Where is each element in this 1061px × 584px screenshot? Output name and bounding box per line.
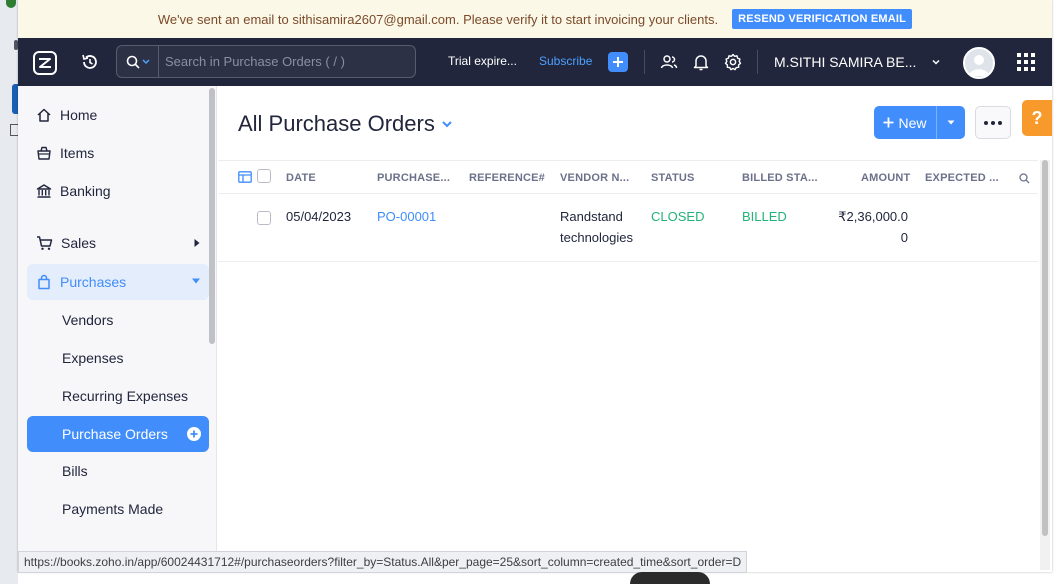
column-header-date[interactable]: DATE bbox=[286, 172, 316, 184]
browser-window: We've sent an email to sithisamira2607@g… bbox=[18, 0, 1052, 572]
search-scope-selector[interactable] bbox=[117, 46, 159, 77]
new-purchase-order-button[interactable]: New bbox=[874, 106, 965, 139]
shopping-bag-icon bbox=[38, 274, 50, 290]
sidebar-item-banking[interactable]: Banking bbox=[27, 173, 209, 209]
divider bbox=[644, 50, 645, 74]
column-header-purchase-order[interactable]: PURCHASE... bbox=[377, 172, 450, 184]
row-status: CLOSED bbox=[651, 209, 705, 224]
notifications-bell-icon[interactable] bbox=[691, 52, 711, 72]
ellipsis-dot-icon bbox=[984, 120, 988, 125]
sidebar-scrollbar[interactable] bbox=[209, 88, 215, 344]
trial-status[interactable]: Trial expire... bbox=[448, 54, 517, 68]
sidebar-item-payments-made[interactable]: Payments Made bbox=[27, 491, 209, 527]
verification-message: We've sent an email to sithisamira2607@g… bbox=[157, 11, 719, 27]
new-options-dropdown[interactable] bbox=[937, 106, 965, 139]
ellipsis-dot-icon bbox=[991, 120, 995, 125]
row-checkbox[interactable] bbox=[257, 211, 271, 225]
sidebar-item-label: Purchases bbox=[60, 274, 127, 290]
sidebar-item-label: Items bbox=[60, 145, 95, 161]
desktop-background-object bbox=[630, 572, 710, 584]
sidebar-item-bills[interactable]: Bills bbox=[27, 453, 209, 489]
sidebar-item-label: Home bbox=[60, 107, 98, 123]
plus-icon bbox=[613, 57, 623, 67]
column-header-expected-date[interactable]: EXPECTED ... bbox=[925, 172, 999, 184]
chevron-down-icon bbox=[192, 278, 200, 284]
amount-line: ₹2,36,000.0 bbox=[838, 209, 908, 224]
link-status-bar: https://books.zoho.in/app/60024431712#/p… bbox=[18, 551, 748, 573]
column-settings-icon[interactable] bbox=[238, 171, 252, 183]
table-row[interactable]: 05/04/2023 PO-00001 Randstand technologi… bbox=[218, 194, 1038, 262]
column-header-reference[interactable]: REFERENCE# bbox=[469, 172, 545, 184]
avatar[interactable] bbox=[963, 47, 995, 79]
new-button-main[interactable]: New bbox=[874, 106, 937, 139]
basket-icon bbox=[37, 146, 51, 160]
chevron-down-icon bbox=[141, 58, 150, 64]
add-purchase-order-icon[interactable] bbox=[187, 427, 201, 441]
row-billed-status: BILLED bbox=[742, 209, 787, 224]
row-vendor-name: Randstand technologies bbox=[560, 206, 633, 248]
ellipsis-dot-icon bbox=[998, 120, 1002, 125]
home-icon bbox=[37, 108, 51, 122]
verification-banner: We've sent an email to sithisamira2607@g… bbox=[18, 0, 1052, 38]
settings-gear-icon[interactable] bbox=[723, 52, 743, 72]
referral-users-icon[interactable] bbox=[659, 52, 679, 72]
zoho-books-logo-icon[interactable] bbox=[32, 50, 58, 76]
quick-create-button[interactable] bbox=[608, 52, 628, 72]
top-navigation-bar: Trial expire... Subscribe M.SITHI SAMIRA… bbox=[18, 38, 1052, 86]
vendor-name-line: technologies bbox=[560, 230, 633, 245]
search-box[interactable] bbox=[116, 45, 416, 78]
desktop-background bbox=[0, 0, 18, 584]
row-date: 05/04/2023 bbox=[286, 209, 352, 224]
desktop-app-icon[interactable] bbox=[10, 124, 18, 136]
resend-verification-button[interactable]: RESEND VERIFICATION EMAIL bbox=[732, 9, 913, 29]
search-icon bbox=[126, 55, 140, 69]
search-input[interactable] bbox=[159, 54, 415, 69]
more-actions-button[interactable] bbox=[975, 106, 1011, 139]
sidebar-item-expenses[interactable]: Expenses bbox=[27, 340, 209, 376]
sidebar-item-label: Sales bbox=[61, 235, 97, 251]
user-avatar-icon bbox=[969, 55, 989, 76]
divider bbox=[757, 50, 758, 74]
row-purchase-order-number[interactable]: PO-00001 bbox=[377, 206, 436, 227]
sidebar-item-label: Banking bbox=[60, 183, 111, 199]
sidebar-item-purchases[interactable]: Purchases bbox=[27, 264, 209, 300]
row-amount: ₹2,36,000.0 0 bbox=[818, 206, 908, 248]
sidebar-item-vendors[interactable]: Vendors bbox=[27, 302, 209, 338]
app-grid-icon[interactable] bbox=[1017, 53, 1035, 71]
new-button-label: New bbox=[898, 114, 927, 131]
sidebar-item-recurring-expenses[interactable]: Recurring Expenses bbox=[27, 378, 209, 414]
desktop-app-icon[interactable] bbox=[6, 0, 16, 8]
organization-name[interactable]: M.SITHI SAMIRA BE... bbox=[774, 54, 916, 70]
sidebar-item-label: Purchase Orders bbox=[62, 426, 168, 442]
main-scrollbar-thumb[interactable] bbox=[1042, 160, 1048, 536]
select-all-checkbox[interactable] bbox=[257, 169, 271, 183]
table-header: DATE PURCHASE... REFERENCE# VENDOR N... … bbox=[218, 160, 1038, 194]
recent-history-icon[interactable] bbox=[80, 52, 100, 72]
chevron-down-icon[interactable] bbox=[931, 57, 941, 67]
sidebar-item-purchase-orders[interactable]: Purchase Orders bbox=[27, 416, 209, 452]
column-header-amount[interactable]: AMOUNT bbox=[861, 172, 910, 184]
column-header-status[interactable]: STATUS bbox=[651, 172, 695, 184]
sidebar-item-sales[interactable]: Sales bbox=[27, 225, 209, 261]
chevron-down-icon bbox=[947, 120, 955, 125]
plus-icon bbox=[883, 117, 894, 128]
sidebar-item-items[interactable]: Items bbox=[27, 135, 209, 171]
column-header-vendor-name[interactable]: VENDOR N... bbox=[560, 172, 629, 184]
help-button[interactable]: ? bbox=[1022, 100, 1052, 136]
cart-icon bbox=[37, 236, 53, 250]
view-selector[interactable]: All Purchase Orders bbox=[238, 111, 453, 137]
bank-icon bbox=[36, 184, 52, 198]
main-content: All Purchase Orders New ? DATE PURCHASE.… bbox=[218, 86, 1052, 572]
page-title: All Purchase Orders bbox=[238, 111, 435, 136]
search-icon[interactable] bbox=[1019, 173, 1030, 184]
sidebar-item-home[interactable]: Home bbox=[27, 97, 209, 133]
subscribe-link[interactable]: Subscribe bbox=[539, 54, 592, 68]
chevron-right-icon bbox=[194, 239, 200, 247]
amount-line: 0 bbox=[900, 230, 908, 245]
vendor-name-line: Randstand bbox=[560, 209, 623, 224]
chevron-down-icon bbox=[442, 121, 452, 128]
sidebar: Home Items Banking Sales Purchases Vendo… bbox=[18, 86, 217, 572]
column-header-billed-status[interactable]: BILLED STA... bbox=[742, 172, 818, 184]
